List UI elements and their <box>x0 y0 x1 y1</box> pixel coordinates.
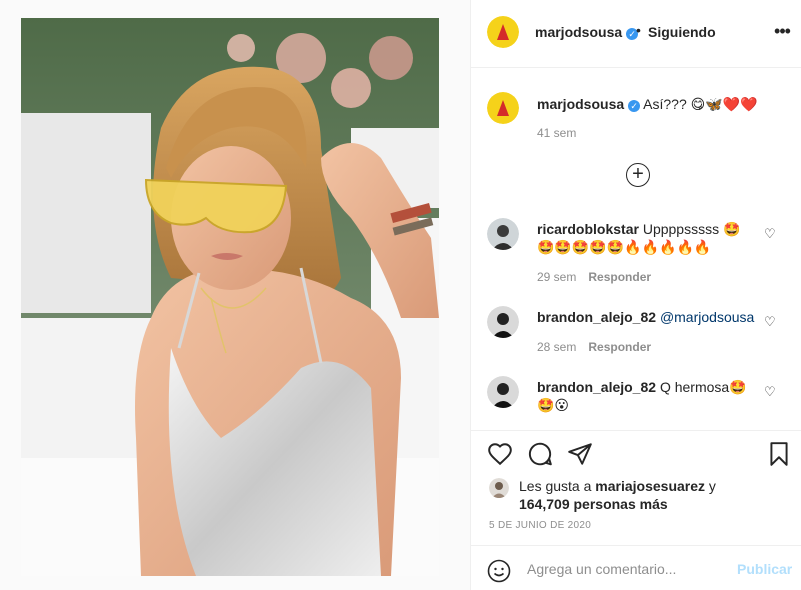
reply-button[interactable]: Responder <box>588 340 651 354</box>
liker-avatar[interactable] <box>489 478 509 498</box>
post-photo-image <box>21 18 439 576</box>
likes-conjunction: y <box>708 478 716 494</box>
plus-circle-icon[interactable]: + <box>626 163 650 187</box>
header-separator: • <box>636 22 641 38</box>
reply-button[interactable]: Responder <box>588 270 651 284</box>
like-comment-heart-icon[interactable]: ♡ <box>764 314 776 330</box>
caption-line: marjodsousa ✓ Así??? 😋🦋❤️❤️ <box>537 96 758 113</box>
media-pane <box>0 0 470 590</box>
post-header: marjodsousa ✓ • Siguiendo ••• <box>471 0 801 68</box>
comment-mention[interactable]: @marjodsousa <box>660 309 754 325</box>
author-username-text[interactable]: marjodsousa <box>535 24 622 40</box>
more-icon[interactable]: ••• <box>771 22 793 42</box>
caption-time[interactable]: 41 sem <box>537 126 576 140</box>
caption-username[interactable]: marjodsousa <box>537 96 624 112</box>
author-username[interactable]: marjodsousa ✓ <box>535 24 639 40</box>
comment-line: brandon_alejo_82 @marjodsousa <box>537 308 757 326</box>
post-photo[interactable] <box>21 18 439 576</box>
action-bar <box>471 430 801 480</box>
verified-icon: ✓ <box>628 100 641 112</box>
bookmark-icon[interactable] <box>766 441 794 469</box>
likes-line: Les gusta a mariajosesuarez y <box>519 478 716 494</box>
post-details: marjodsousa ✓ • Siguiendo ••• marjodsousa… <box>470 0 801 590</box>
comment-icon[interactable] <box>527 441 555 469</box>
following-button[interactable]: Siguiendo <box>648 24 716 40</box>
comment-username[interactable]: ricardoblokstar <box>537 221 639 237</box>
likes-prefix: Les gusta a <box>519 478 592 494</box>
caption-text: Así??? 😋🦋❤️❤️ <box>643 96 758 112</box>
caption-avatar[interactable] <box>487 92 519 124</box>
heart-icon[interactable] <box>487 441 515 469</box>
comment-username[interactable]: brandon_alejo_82 <box>537 379 656 395</box>
author-avatar[interactable] <box>487 16 519 48</box>
comment-input[interactable] <box>527 557 727 581</box>
comment-line: ricardoblokstar Uppppsssss 🤩 🤩🤩🤩🤩🤩🔥🔥🔥🔥🔥 <box>537 220 757 256</box>
comment-time[interactable]: 28 sem <box>537 340 576 354</box>
add-comment-bar: Publicar <box>471 545 801 590</box>
commenter-avatar[interactable] <box>487 376 519 408</box>
comment-username[interactable]: brandon_alejo_82 <box>537 309 656 325</box>
commenter-avatar[interactable] <box>487 218 519 250</box>
liker-username[interactable]: mariajosesuarez <box>595 478 705 494</box>
like-comment-heart-icon[interactable]: ♡ <box>764 384 776 400</box>
comment-meta: 28 sem Responder <box>537 340 651 354</box>
post-comment-button[interactable]: Publicar <box>737 561 792 577</box>
comment-time[interactable]: 29 sem <box>537 270 576 284</box>
like-comment-heart-icon[interactable]: ♡ <box>764 226 776 242</box>
commenter-avatar[interactable] <box>487 306 519 338</box>
likes-count[interactable]: 164,709 personas más <box>519 496 668 512</box>
emoji-icon[interactable] <box>487 559 511 583</box>
comment-meta: 29 sem Responder <box>537 270 651 284</box>
share-icon[interactable] <box>567 441 595 469</box>
post-date[interactable]: 5 DE JUNIO DE 2020 <box>489 520 591 531</box>
comment-line: brandon_alejo_82 Q hermosa🤩 🤩😮 <box>537 378 757 414</box>
